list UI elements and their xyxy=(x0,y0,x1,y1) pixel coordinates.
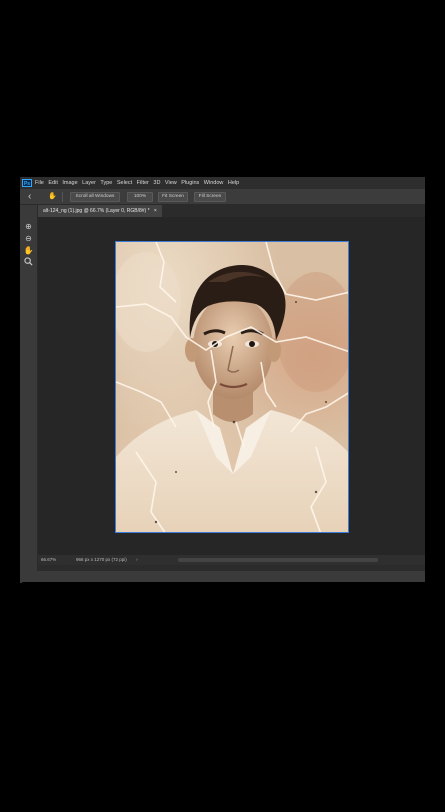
menu-view[interactable]: View xyxy=(165,180,177,186)
zoom-in-icon[interactable]: ⊕ xyxy=(23,221,34,232)
menu-window[interactable]: Window xyxy=(204,180,224,186)
menu-3d[interactable]: 3D xyxy=(153,180,160,186)
menu-layer[interactable]: Layer xyxy=(82,180,96,186)
fill-screen-button[interactable]: Fill Screen xyxy=(194,192,226,202)
bottom-strip xyxy=(38,565,425,571)
search-icon[interactable] xyxy=(23,257,34,268)
fit-screen-button[interactable]: Fit Screen xyxy=(158,192,188,202)
menu-type[interactable]: Type xyxy=(100,180,112,186)
menu-bar: Ps File Edit Image Layer Type Select Fil… xyxy=(20,177,425,189)
menu-file[interactable]: File xyxy=(35,180,44,186)
status-bar: 66.67% 966 px x 1270 px (72 ppi) › xyxy=(38,555,425,565)
horizontal-scrollbar[interactable] xyxy=(178,558,378,562)
canvas-area[interactable] xyxy=(38,217,425,555)
divider xyxy=(62,192,63,202)
status-menu-arrow[interactable]: › xyxy=(136,557,138,562)
window-edge xyxy=(20,565,22,583)
back-arrow-icon[interactable]: ‹ xyxy=(28,190,31,204)
zoom-out-icon[interactable]: ⊖ xyxy=(23,233,34,244)
zoom-level-readout[interactable]: 66.67% xyxy=(41,555,56,565)
document-tab[interactable]: alt-124_ng (1).jpg @ 66.7% (Layer 0, RGB… xyxy=(38,205,162,217)
photoshop-logo: Ps xyxy=(22,179,32,187)
menu-help[interactable]: Help xyxy=(228,180,239,186)
document-tab-title: alt-124_ng (1).jpg @ 66.7% (Layer 0, RGB… xyxy=(43,208,150,214)
menu-filter[interactable]: Filter xyxy=(137,180,149,186)
hand-icon[interactable]: ✋ xyxy=(48,192,57,202)
scroll-all-windows-checkbox[interactable]: Scroll all Windows xyxy=(70,192,120,202)
document-tab-bar: alt-124_ng (1).jpg @ 66.7% (Layer 0, RGB… xyxy=(38,205,425,217)
menu-image[interactable]: Image xyxy=(62,180,77,186)
portrait-photo xyxy=(116,242,348,532)
hand-icon[interactable]: ✋ xyxy=(23,245,34,256)
document-dimensions: 966 px x 1270 px (72 ppi) xyxy=(76,557,127,562)
photo-canvas[interactable] xyxy=(115,241,349,533)
document-info: 966 px x 1270 px (72 ppi) › xyxy=(76,555,138,565)
zoom-100-button[interactable]: 100% xyxy=(127,192,153,202)
menu-edit[interactable]: Edit xyxy=(48,180,57,186)
tools-panel: ⊕ ⊖ ✋ xyxy=(20,205,38,571)
menu-select[interactable]: Select xyxy=(117,180,132,186)
menu-plugins[interactable]: Plugins xyxy=(181,180,199,186)
close-icon[interactable]: × xyxy=(154,208,157,214)
options-bar: ‹ ✋ Scroll all Windows 100% Fit Screen F… xyxy=(20,189,425,205)
photoshop-window: Ps File Edit Image Layer Type Select Fil… xyxy=(20,177,425,582)
